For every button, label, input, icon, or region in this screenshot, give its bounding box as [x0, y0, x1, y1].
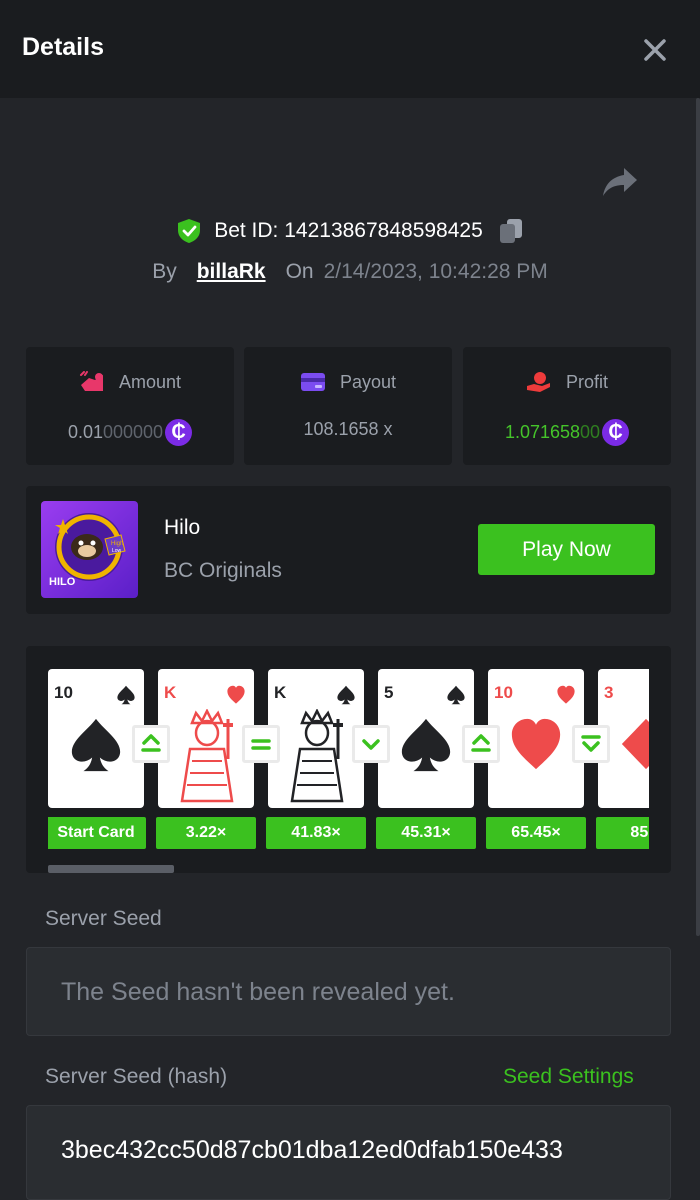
thumb-label: HILO: [49, 576, 76, 588]
modal-title: Details: [22, 33, 104, 61]
thumb-badge-low: Low: [112, 548, 122, 554]
profit-value-trailing: 00: [580, 422, 601, 442]
cards-history[interactable]: 10 Start Card K 3.22× K 41.83× 5 45.31× 10 65.45×…: [26, 646, 671, 873]
card-rank: 5: [384, 683, 394, 702]
bet-meta-row: By billaRk On 2/14/2023, 10:42:28 PM: [0, 256, 700, 288]
lower-indicator-icon: [352, 725, 390, 763]
thumb-badge-high: High: [111, 541, 123, 547]
spade-suit-icon: [337, 685, 355, 705]
payout-stat: Payout 108.1658 x: [244, 347, 452, 465]
copy-icon[interactable]: [499, 218, 523, 244]
payout-value: 108.1658 x: [303, 419, 393, 439]
heart-suit-icon: [227, 685, 245, 704]
card-multiplier: 3.22×: [156, 817, 256, 849]
higher-or-equal-indicator-icon: [462, 725, 500, 763]
card-rank: 3: [604, 683, 614, 702]
playing-card: 10: [488, 669, 584, 808]
on-label: On: [285, 260, 314, 283]
amount-value-trailing: 000000: [102, 422, 164, 442]
game-card: High Low HILO Hilo BC Originals Play Now: [26, 486, 671, 614]
king-figure-icon: [180, 709, 234, 803]
server-seed-field[interactable]: The Seed hasn't been revealed yet.: [26, 947, 671, 1036]
playing-card: 5: [378, 669, 474, 808]
verified-shield-icon: [178, 219, 201, 243]
bet-date: 2/14/2023, 10:42:28 PM: [323, 260, 548, 283]
bet-id-row: Bet ID: 14213867848598425: [0, 214, 700, 248]
king-figure-icon: [290, 709, 344, 803]
modal-header: Details: [0, 0, 700, 98]
profit-icon: [526, 372, 550, 392]
game-thumbnail[interactable]: High Low HILO: [41, 501, 138, 598]
spade-suit-icon: [117, 685, 135, 705]
profit-label: Profit: [565, 371, 608, 392]
server-seed-hash-label: Server Seed (hash): [45, 1065, 228, 1088]
amount-icon: [79, 371, 103, 391]
coin-icon: ₵: [602, 419, 630, 446]
playing-card: K: [158, 669, 254, 808]
card-rank: 10: [494, 683, 513, 702]
card-rank: K: [274, 683, 287, 702]
diamond-suit-large-icon: [621, 718, 649, 770]
amount-label: Amount: [118, 371, 182, 392]
payout-icon: [300, 373, 325, 391]
higher-or-equal-indicator-icon: [132, 725, 170, 763]
card-multiplier: 45.31×: [376, 817, 476, 849]
bet-id: Bet ID: 14213867848598425: [214, 219, 483, 242]
play-now-button[interactable]: Play Now: [478, 524, 655, 575]
game-name[interactable]: Hilo: [164, 516, 200, 540]
username-link[interactable]: billaRk: [197, 260, 266, 284]
card-multiplier: 41.83×: [266, 817, 366, 849]
card-multiplier: Start Card: [48, 817, 146, 849]
card-rank: K: [164, 683, 177, 702]
spade-suit-large-icon: [71, 718, 121, 772]
server-seed-label: Server Seed: [45, 907, 162, 930]
card-multiplier: 85.0: [596, 817, 649, 849]
spade-suit-icon: [447, 685, 465, 705]
heart-suit-icon: [557, 685, 575, 704]
profit-stat: Profit 1.071658 00 ₵: [463, 347, 671, 465]
playing-card: 10: [48, 669, 144, 808]
coin-icon: ₵: [165, 419, 193, 446]
close-icon[interactable]: [641, 36, 669, 64]
server-seed-hash-value: 3bec432cc50d87cb01dba12ed0dfab150e433: [61, 1136, 563, 1164]
card-multiplier: 65.45×: [486, 817, 586, 849]
server-seed-hash-field[interactable]: 3bec432cc50d87cb01dba12ed0dfab150e433: [26, 1105, 671, 1200]
amount-stat: Amount 0.01 000000 ₵: [26, 347, 234, 465]
heart-suit-large-icon: [511, 718, 561, 770]
server-seed-value: The Seed hasn't been revealed yet.: [61, 978, 455, 1006]
card-rank: 10: [54, 683, 73, 702]
payout-label: Payout: [339, 371, 397, 392]
spade-suit-large-icon: [401, 718, 451, 772]
horizontal-scrollbar[interactable]: [48, 865, 174, 873]
equal-indicator-icon: [242, 725, 280, 763]
game-provider: BC Originals: [164, 559, 282, 582]
share-icon[interactable]: [602, 166, 638, 198]
amount-value: 0.01: [67, 422, 103, 442]
by-label: By: [152, 260, 177, 283]
seed-settings-link[interactable]: Seed Settings: [503, 1065, 634, 1089]
profit-value: 1.071658: [504, 422, 581, 442]
playing-card: K: [268, 669, 364, 808]
lower-or-equal-indicator-icon: [572, 725, 610, 763]
cards-track: 10 Start Card K 3.22× K 41.83× 5 45.31× 10 65.45×…: [48, 669, 649, 849]
